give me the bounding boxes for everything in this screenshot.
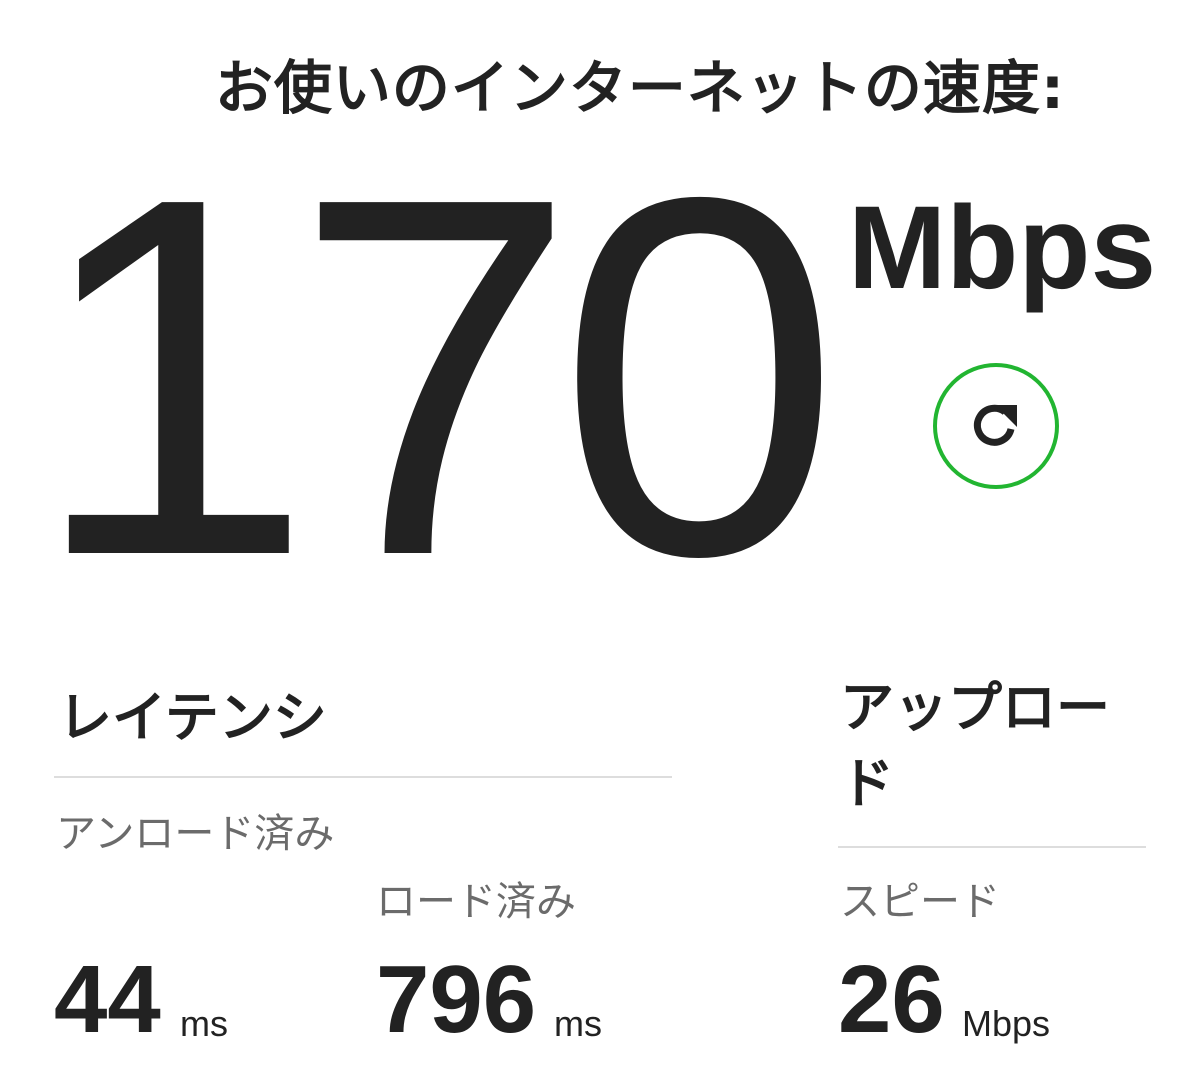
unloaded-latency-unit: ms	[180, 1003, 228, 1044]
upload-speed-unit: Mbps	[962, 1003, 1051, 1044]
upload-divider	[838, 846, 1146, 848]
upload-title: アップロード	[840, 676, 1110, 815]
latency-title: レイテンシ	[58, 686, 327, 749]
upload-speed-value: 26	[838, 946, 945, 1053]
refresh-icon	[973, 404, 1017, 446]
unloaded-latency-value: 44	[54, 946, 161, 1053]
latency-divider	[54, 776, 672, 778]
unloaded-latency-label: アンロード済み	[56, 811, 335, 857]
loaded-latency-value: 796	[376, 946, 537, 1053]
download-speed-unit: Mbps	[848, 182, 1157, 314]
loaded-latency-label: ロード済み	[376, 879, 576, 925]
download-speed-value: 170	[30, 92, 841, 662]
upload-speed-label: スピード	[840, 879, 1000, 925]
refresh-button[interactable]	[933, 363, 1059, 489]
loaded-latency-unit: ms	[554, 1003, 602, 1044]
